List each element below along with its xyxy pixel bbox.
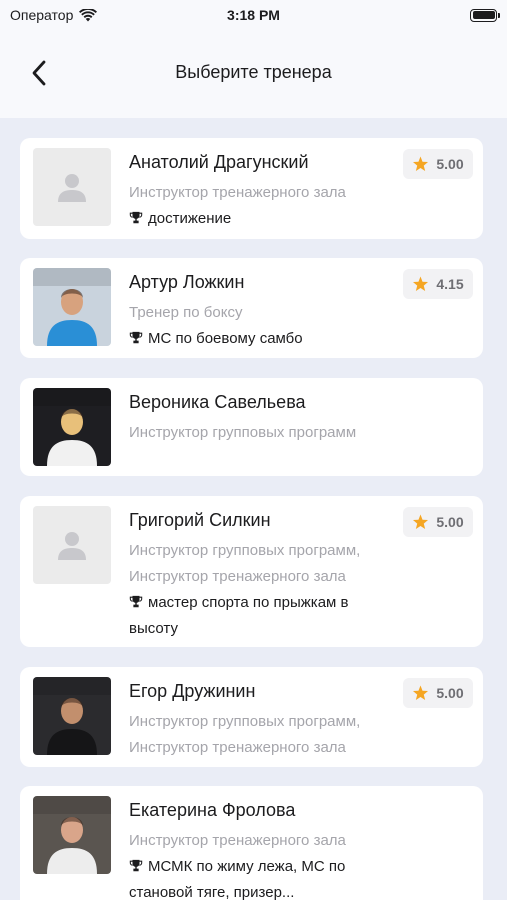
star-icon [413,685,429,701]
trainer-roles: Инструктор групповых программ [129,420,409,446]
trainer-achievement: МСМК по жиму лежа, МС по становой тяге, … [129,854,399,900]
trainer-name: Анатолий Драгунский [129,152,309,172]
trainer-role: Инструктор групповых программ [129,424,357,441]
status-left: Оператор [10,7,98,23]
achievement-text: МСМК по жиму лежа, МС по становой тяге, … [129,858,346,900]
trainer-card[interactable]: Егор Дружинин Инструктор групповых програ… [20,667,483,767]
trainer-name: Артур Ложкин [129,272,245,292]
trainer-card[interactable]: Вероника Савельева Инструктор групповых п… [20,378,483,476]
navigation-bar: Выберите тренера [0,30,507,118]
avatar [33,506,111,584]
trainer-card[interactable]: Екатерина Фролова Инструктор тренажерного… [20,786,483,900]
avatar [33,268,111,346]
rating-value: 5.00 [436,685,464,701]
trainer-roles: Тренер по боксу [129,300,409,326]
trainer-card[interactable]: Григорий Силкин Инструктор групповых прог… [20,496,483,647]
achievement-text: достижение [148,210,232,227]
status-bar: Оператор 3:18 PM [0,0,507,30]
trainer-photo [33,796,111,874]
trainer-name: Екатерина Фролова [129,800,296,820]
trainer-roles: Инструктор групповых программ, Инструктор… [129,709,409,761]
rating-badge: 5.00 [403,678,473,708]
trainer-name: Григорий Силкин [129,510,271,530]
rating-value: 5.00 [436,514,464,530]
avatar [33,796,111,874]
achievement-text: мастер спорта по прыжкам в высоту [129,594,349,637]
page-title: Выберите тренера [175,61,332,82]
avatar [33,148,111,226]
trainer-card[interactable]: Артур Ложкин Тренер по боксу МС по боевому… [20,258,483,358]
trainer-card[interactable]: Анатолий Драгунский Инструктор тренажерно… [20,138,483,239]
trainer-achievement: мастер спорта по прыжкам в высоту [129,590,399,642]
trophy-icon [129,859,143,872]
trainer-role: Тренер по боксу [129,304,243,321]
chevron-left-icon [32,60,46,86]
person-placeholder-icon [58,532,86,560]
rating-badge: 5.00 [403,149,473,179]
trainer-role: Инструктор тренажерного зала [129,739,346,756]
trophy-icon [129,211,143,224]
trainer-roles: Инструктор тренажерного зала [129,828,409,854]
trainer-role: Инструктор групповых программ, [129,713,361,730]
trainer-roles: Инструктор групповых программ, Инструктор… [129,538,409,590]
trainer-name: Егор Дружинин [129,681,256,701]
achievement-text: МС по боевому самбо [148,330,303,347]
trainer-achievement: достижение [129,206,399,232]
star-icon [413,276,429,292]
avatar [33,677,111,755]
wifi-icon [79,8,98,21]
trainer-name: Вероника Савельева [129,392,306,412]
trainer-achievement: МС по боевому самбо [129,326,399,352]
trophy-icon [129,331,143,344]
trainer-photo [33,677,111,755]
trainer-photo [33,388,111,466]
rating-value: 4.15 [436,276,464,292]
back-button[interactable] [22,56,56,90]
trainer-roles: Инструктор тренажерного зала [129,180,409,206]
trainer-role: Инструктор групповых программ, [129,542,361,559]
carrier-label: Оператор [10,7,74,23]
star-icon [413,514,429,530]
trainer-role: Инструктор тренажерного зала [129,184,346,201]
rating-badge: 4.15 [403,269,473,299]
trainer-role: Инструктор тренажерного зала [129,568,346,585]
avatar [33,388,111,466]
trophy-icon [129,595,143,608]
star-icon [413,156,429,172]
trainer-role: Инструктор тренажерного зала [129,832,346,849]
trainer-photo [33,268,111,346]
rating-value: 5.00 [436,156,464,172]
person-placeholder-icon [58,174,86,202]
rating-badge: 5.00 [403,507,473,537]
battery-icon [470,8,500,22]
